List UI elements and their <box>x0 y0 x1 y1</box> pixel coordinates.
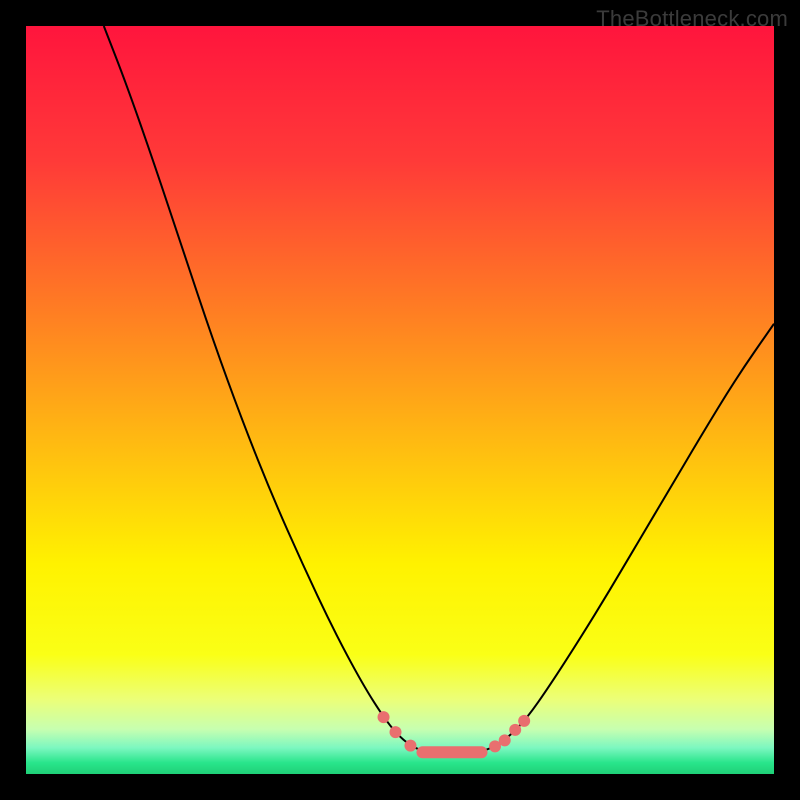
curve-marker <box>390 726 402 738</box>
chart-plot <box>26 26 774 774</box>
watermark-text: TheBottleneck.com <box>596 6 788 32</box>
curve-marker <box>509 724 521 736</box>
chart-frame <box>26 26 774 774</box>
curve-marker <box>404 740 416 752</box>
curve-marker <box>378 711 390 723</box>
right-curve <box>475 324 774 753</box>
curve-marker <box>518 715 530 727</box>
left-curve <box>104 26 430 752</box>
curve-marker <box>499 734 511 746</box>
flat-bar <box>416 746 487 758</box>
curve-markers <box>378 711 531 752</box>
